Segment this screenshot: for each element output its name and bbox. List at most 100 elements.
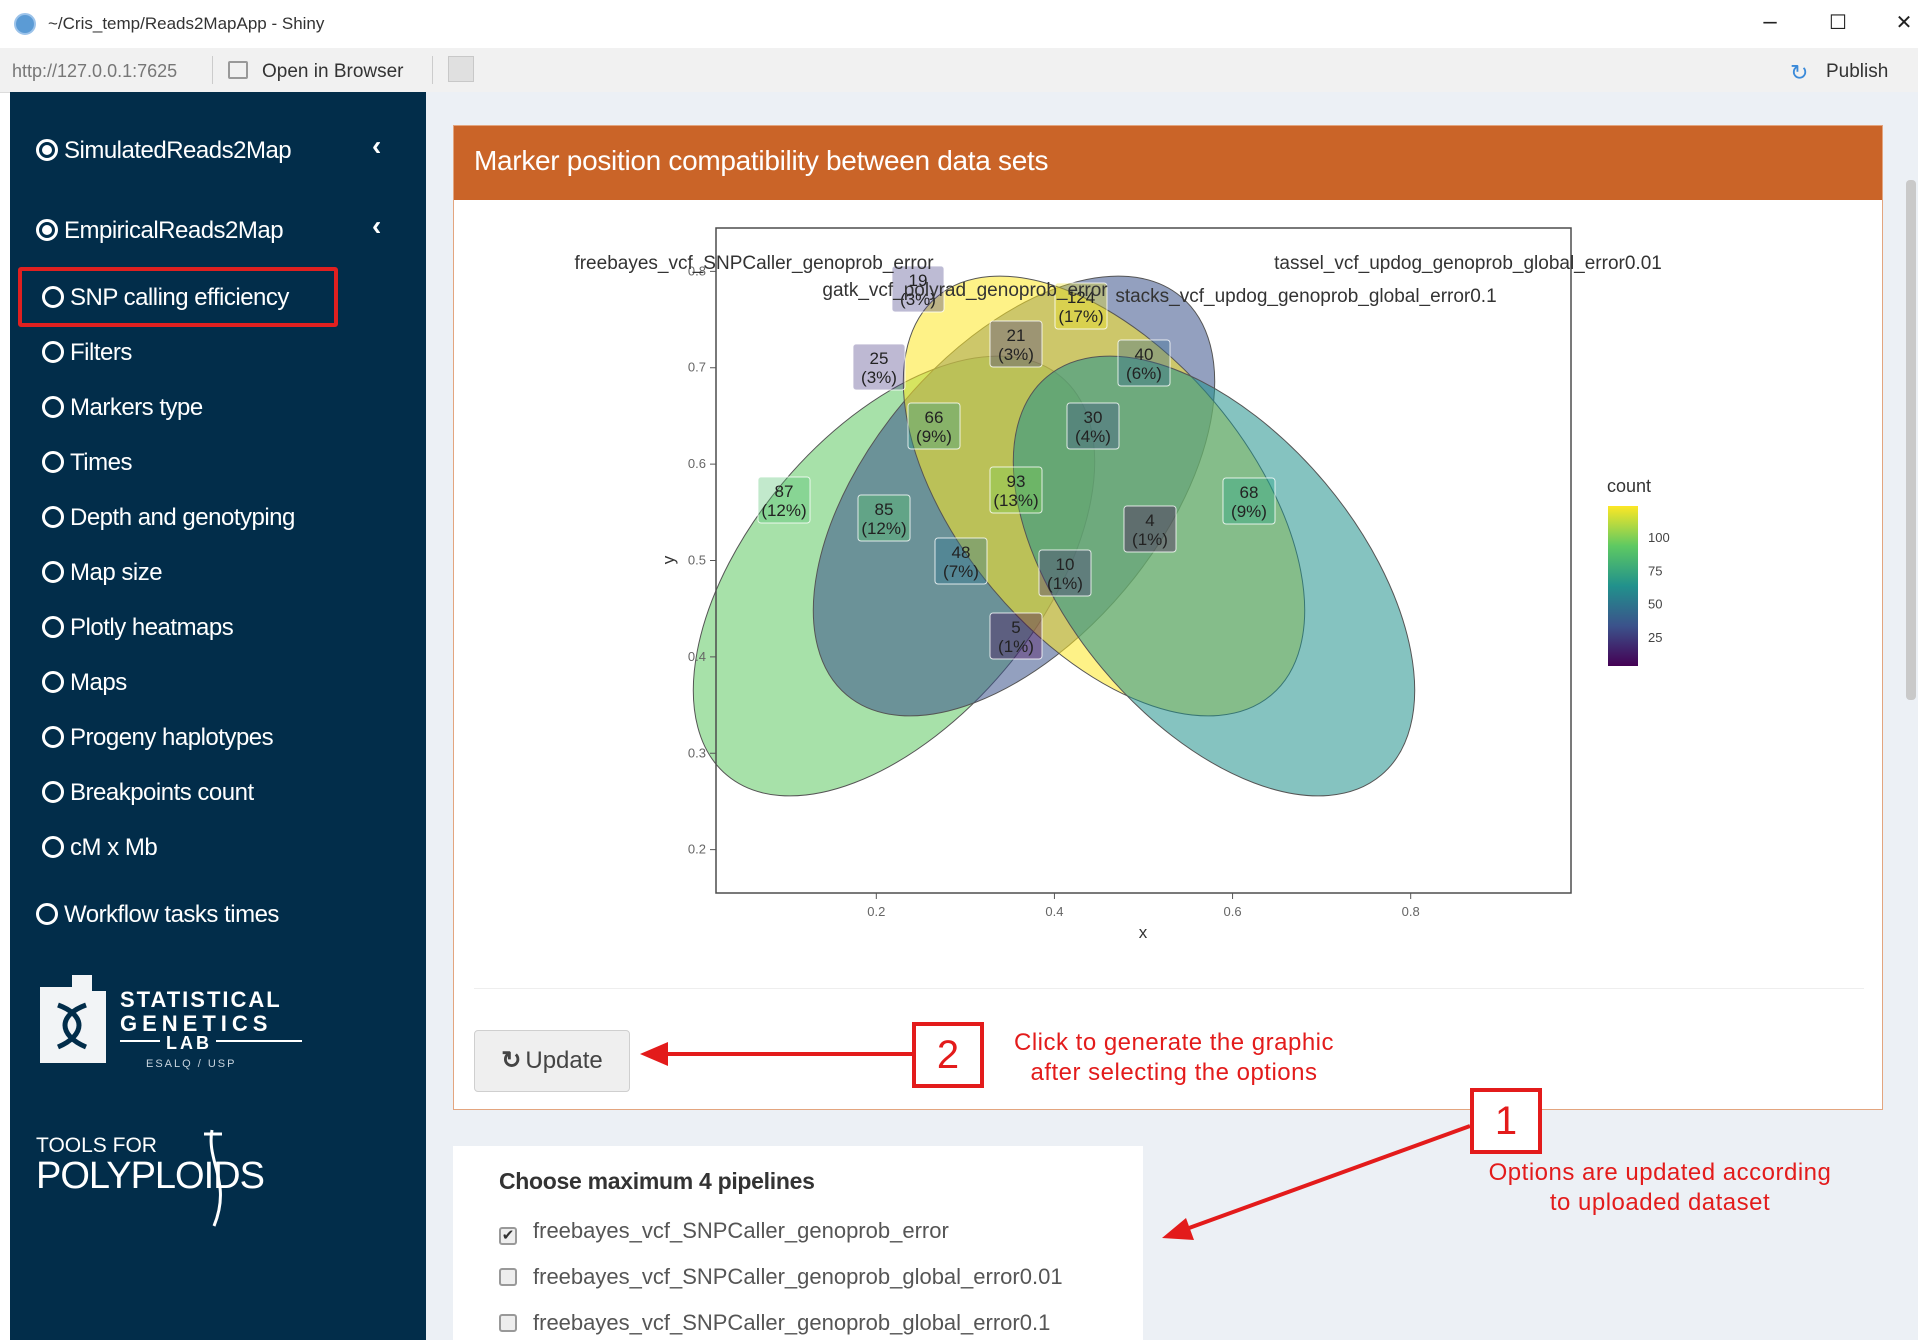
sidebar-item-depth-and-genotyping[interactable]: Depth and genotyping xyxy=(42,504,295,532)
region-count: 5 xyxy=(1011,618,1020,637)
close-button[interactable]: ✕ xyxy=(1884,10,1918,35)
region-count: 40 xyxy=(1135,345,1154,364)
region-count: 68 xyxy=(1240,483,1259,502)
sidebar-item-snp-calling-efficiency[interactable]: SNP calling efficiency xyxy=(42,284,289,312)
pipeline-checkbox-row[interactable]: freebayes_vcf_SNPCaller_genoprob_global_… xyxy=(499,1310,1050,1336)
open-in-browser-icon xyxy=(228,61,248,79)
y-tick-label: 0.6 xyxy=(688,456,706,471)
sidebar-item-filters[interactable]: Filters xyxy=(42,339,132,367)
venn-region-label: 25(3%) xyxy=(852,343,906,391)
radio-icon xyxy=(36,219,58,241)
region-count: 25 xyxy=(870,349,889,368)
region-count: 48 xyxy=(952,543,971,562)
region-percent: (12%) xyxy=(861,519,906,538)
viewer-toolbar: http://127.0.0.1:7625 Open in Browser ↻ … xyxy=(0,48,1918,93)
legend-tick-label: 100 xyxy=(1648,530,1670,545)
radio-icon xyxy=(42,506,64,528)
radio-icon xyxy=(36,903,58,925)
sidebar-item-label: Progeny haplotypes xyxy=(70,724,274,751)
region-percent: (9%) xyxy=(1231,502,1267,521)
vertical-scrollbar[interactable] xyxy=(1906,180,1916,700)
annotation-line: to uploaded dataset xyxy=(1549,1189,1771,1216)
sidebar-item-cm-x-mb[interactable]: cM x Mb xyxy=(42,834,158,862)
venn-region-label: 10(1%) xyxy=(1038,549,1092,597)
update-button[interactable]: ↻ Update xyxy=(474,1030,630,1092)
radio-icon xyxy=(42,341,64,363)
y-tick-label: 0.5 xyxy=(688,553,706,568)
window-titlebar: ~/Cris_temp/Reads2MapApp - Shiny – ☐ ✕ xyxy=(0,0,1918,48)
refresh-icon: ↻ xyxy=(501,1047,522,1074)
checkbox-icon[interactable] xyxy=(499,1314,517,1332)
region-count: 93 xyxy=(1007,472,1026,491)
sidebar-item-label: Workflow tasks times xyxy=(64,901,279,928)
annotation-line: after selecting the options xyxy=(1030,1059,1318,1086)
pipeline-checkbox-row[interactable]: ✔ freebayes_vcf_SNPCaller_genoprob_error xyxy=(499,1218,949,1245)
sidebar-item-label: cM x Mb xyxy=(70,834,158,861)
radio-icon xyxy=(42,616,64,638)
checkbox-checked-icon[interactable]: ✔ xyxy=(499,1227,517,1245)
sidebar-item-label: Plotly heatmaps xyxy=(70,614,234,641)
statistical-genetics-lab-logo: STATISTICAL GENETICS LAB ESALQ / USP xyxy=(40,975,302,1070)
region-count: 30 xyxy=(1084,408,1103,427)
sidebar-item-label: Times xyxy=(70,449,132,476)
chevron-left-icon[interactable]: ‹ xyxy=(372,210,381,242)
checkbox-icon[interactable] xyxy=(499,1268,517,1286)
sidebar-item-times[interactable]: Times xyxy=(42,449,132,477)
annotation-line: Click to generate the graphic xyxy=(1013,1029,1334,1056)
url-display[interactable]: http://127.0.0.1:7625 xyxy=(12,61,177,82)
sidebar-item-workflow-tasks-times[interactable]: Workflow tasks times xyxy=(36,901,279,929)
sidebar-item-label: Filters xyxy=(70,339,132,366)
maximize-button[interactable]: ☐ xyxy=(1818,10,1858,35)
venn-region-label: 5(1%) xyxy=(989,612,1043,660)
venn-region-label: 21(3%) xyxy=(989,320,1043,368)
radio-icon xyxy=(36,139,58,161)
sidebar-section-empirical[interactable]: EmpiricalReads2Map xyxy=(36,217,284,245)
venn-box: Marker position compatibility between da… xyxy=(453,125,1883,1110)
sidebar-item-breakpoints-count[interactable]: Breakpoints count xyxy=(42,779,254,807)
set-label-gatk: gatk_vcf_polyrad_genoprob_error xyxy=(822,280,1108,301)
sidebar-item-progeny-haplotypes[interactable]: Progeny haplotypes xyxy=(42,724,274,752)
pipeline-checkbox-row[interactable]: freebayes_vcf_SNPCaller_genoprob_global_… xyxy=(499,1264,1063,1290)
sidebar-section-simulated[interactable]: SimulatedReads2Map xyxy=(36,137,292,165)
set-label-stacks: stacks_vcf_updog_genoprob_global_error0.… xyxy=(1115,286,1496,307)
legend-tick-label: 75 xyxy=(1648,563,1662,578)
annotation-text-1: Options are updated according to uploade… xyxy=(1470,1158,1850,1218)
region-percent: (7%) xyxy=(943,562,979,581)
publish-button[interactable]: Publish xyxy=(1826,61,1888,83)
x-axis-label: x xyxy=(1139,923,1148,942)
toolbar-separator xyxy=(212,56,213,84)
annotation-badge-2: 2 xyxy=(912,1022,984,1088)
minimize-button[interactable]: – xyxy=(1750,8,1790,36)
region-percent: (4%) xyxy=(1075,427,1111,446)
legend-tick-label: 50 xyxy=(1648,597,1662,612)
pipeline-label: freebayes_vcf_SNPCaller_genoprob_error xyxy=(533,1218,949,1243)
pipeline-label: freebayes_vcf_SNPCaller_genoprob_global_… xyxy=(533,1310,1051,1335)
radio-icon xyxy=(42,671,64,693)
region-percent: (3%) xyxy=(998,345,1034,364)
region-percent: (1%) xyxy=(998,637,1034,656)
y-axis-label: y xyxy=(659,555,678,564)
legend-colorbar xyxy=(1608,506,1638,666)
venn-plot: 87(12%)19(3%) 124(17%)68(9%)25(3%)21(3%) 4… xyxy=(574,227,1670,942)
radio-icon xyxy=(42,286,64,308)
sidebar-item-markers-type[interactable]: Markers type xyxy=(42,394,203,422)
region-percent: (12%) xyxy=(761,501,806,520)
venn-region-label: 87(12%) xyxy=(757,476,811,524)
window-title: ~/Cris_temp/Reads2MapApp - Shiny xyxy=(48,14,325,33)
sidebar-item-plotly-heatmaps[interactable]: Plotly heatmaps xyxy=(42,614,234,642)
set-label-freebayes: freebayes_vcf_SNPCaller_genoprob_error xyxy=(574,253,934,274)
region-count: 10 xyxy=(1056,555,1075,574)
pipeline-options-title: Choose maximum 4 pipelines xyxy=(499,1168,815,1194)
box-divider xyxy=(474,988,1864,989)
sidebar-item-maps[interactable]: Maps xyxy=(42,669,127,697)
region-percent: (1%) xyxy=(1132,530,1168,549)
venn-region-label: 30(4%) xyxy=(1066,402,1120,450)
chevron-left-icon[interactable]: ‹ xyxy=(372,130,381,162)
venn-region-label: 48(7%) xyxy=(934,537,988,585)
update-button-label: Update xyxy=(525,1047,603,1074)
pipeline-label: freebayes_vcf_SNPCaller_genoprob_global_… xyxy=(533,1264,1063,1289)
refresh-button[interactable] xyxy=(448,56,474,82)
open-in-browser-button[interactable]: Open in Browser xyxy=(262,61,404,83)
sidebar-item-map-size[interactable]: Map size xyxy=(42,559,163,587)
x-tick-label: 0.8 xyxy=(1402,904,1420,919)
